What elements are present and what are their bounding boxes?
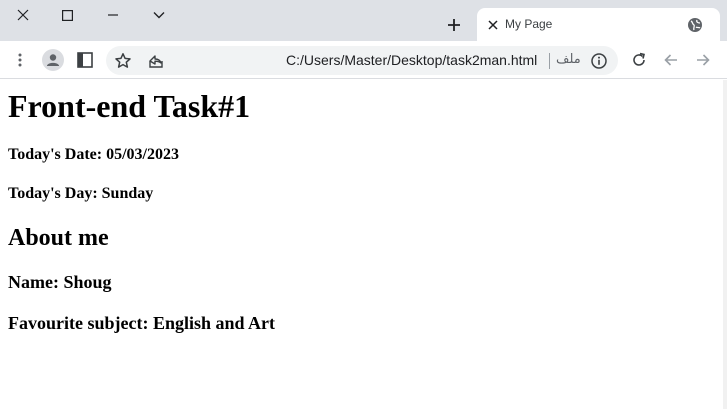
close-icon bbox=[488, 20, 498, 30]
tab-search-button[interactable] bbox=[136, 0, 182, 30]
profile-icon bbox=[42, 49, 64, 71]
site-info-label[interactable]: ملف bbox=[556, 52, 581, 67]
close-icon bbox=[17, 9, 29, 21]
plus-icon bbox=[448, 19, 460, 31]
about-heading: About me bbox=[8, 225, 109, 251]
date-line: Today's Date: 05/03/2023 bbox=[8, 146, 179, 163]
tab-close-button[interactable] bbox=[486, 18, 500, 32]
back-button[interactable] bbox=[659, 48, 683, 72]
url-separator bbox=[549, 53, 550, 69]
url-text[interactable]: C:/Users/Master/Desktop/task2man.html bbox=[286, 52, 537, 68]
share-icon[interactable] bbox=[147, 52, 165, 70]
side-panel-icon bbox=[77, 52, 93, 68]
star-icon[interactable] bbox=[114, 52, 132, 70]
profile-button[interactable] bbox=[41, 48, 65, 72]
browser-toolbar: C:/Users/Master/Desktop/task2man.html مل… bbox=[0, 41, 727, 79]
globe-icon bbox=[688, 18, 702, 32]
tab-strip: My Page bbox=[0, 0, 727, 41]
forward-arrow-icon bbox=[697, 54, 710, 66]
maximize-icon bbox=[61, 9, 73, 21]
reload-icon bbox=[633, 52, 645, 66]
scrollbar[interactable] bbox=[723, 80, 727, 409]
side-panel-button[interactable] bbox=[73, 48, 97, 72]
back-arrow-icon bbox=[664, 54, 677, 66]
kebab-menu-icon bbox=[18, 53, 22, 67]
window-minimize-button[interactable] bbox=[90, 0, 136, 30]
address-bar[interactable]: C:/Users/Master/Desktop/task2man.html مل… bbox=[106, 46, 618, 75]
name-line: Name: Shoug bbox=[8, 272, 112, 292]
window-maximize-button[interactable] bbox=[44, 0, 90, 30]
subject-line: Favourite subject: English and Art bbox=[8, 313, 276, 333]
window-close-button[interactable] bbox=[0, 0, 46, 30]
page-heading: Front-end Task#1 bbox=[8, 88, 251, 124]
minimize-icon bbox=[108, 14, 118, 16]
info-icon[interactable] bbox=[590, 52, 608, 70]
chevron-down-icon bbox=[153, 12, 165, 19]
browser-menu-button[interactable] bbox=[8, 48, 32, 72]
tab-title: My Page bbox=[505, 17, 553, 31]
reload-button[interactable] bbox=[627, 48, 651, 72]
page-content: Front-end Task#1 Today's Date: 05/03/202… bbox=[0, 80, 727, 409]
tab-my-page[interactable]: My Page bbox=[477, 8, 720, 41]
new-tab-button[interactable] bbox=[440, 11, 468, 39]
day-line: Today's Day: Sunday bbox=[8, 185, 154, 202]
forward-button[interactable] bbox=[691, 48, 715, 72]
